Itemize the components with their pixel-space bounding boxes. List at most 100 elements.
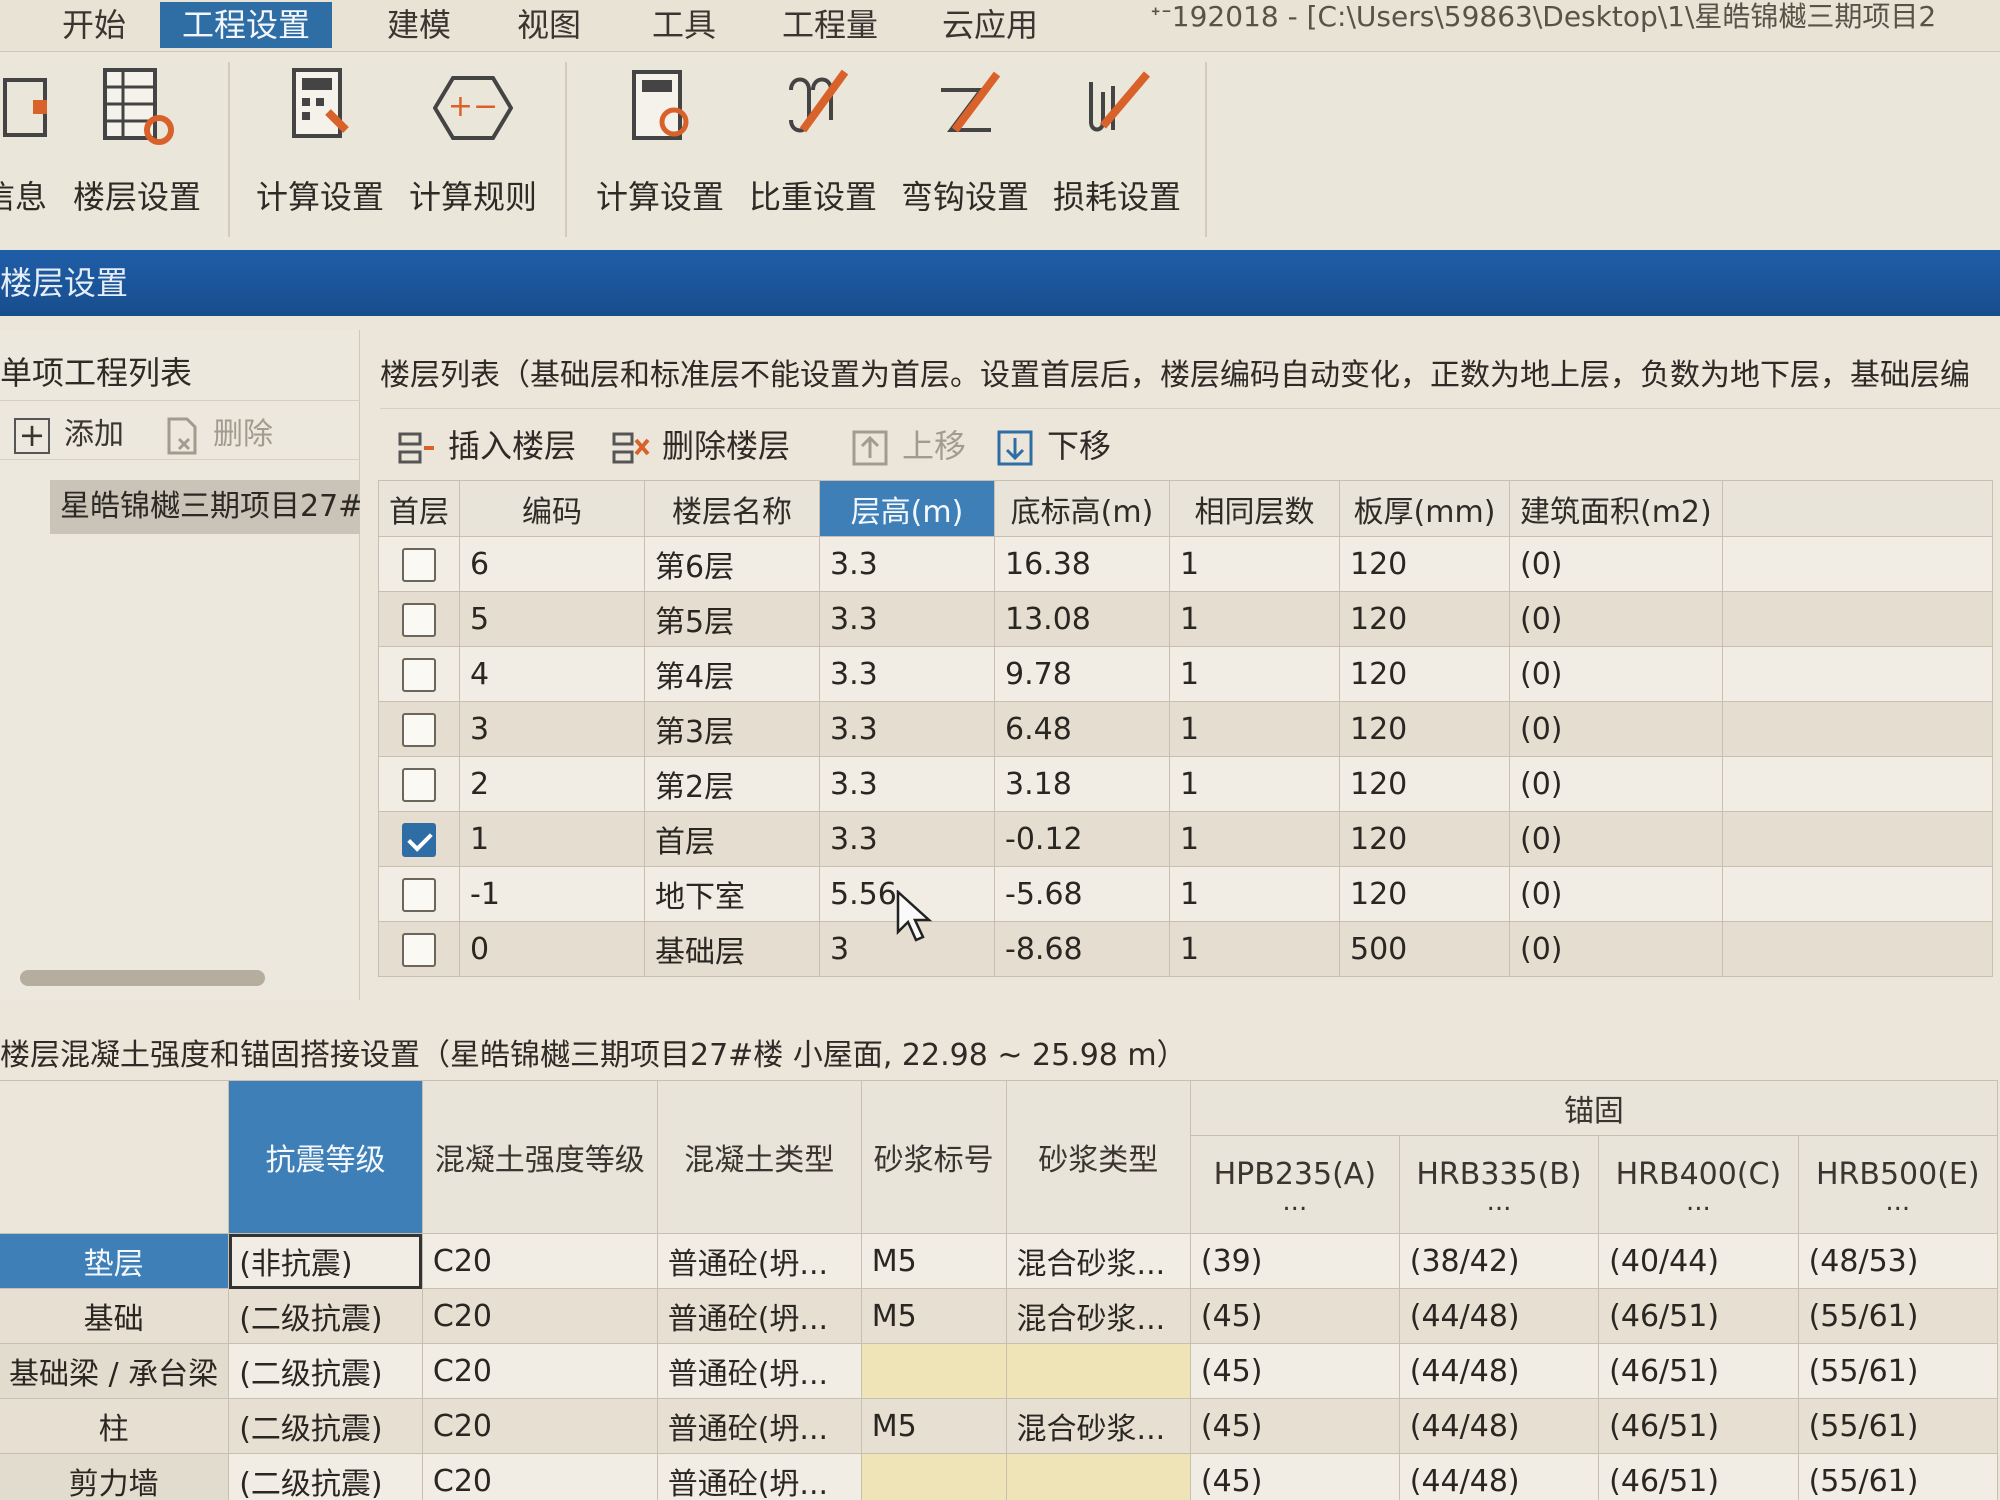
col-bottom-elevation[interactable]: 底标高(m)	[994, 480, 1170, 537]
col-floor-area[interactable]: 建筑面积(m2)	[1509, 480, 1723, 537]
cell-bottom-elevation[interactable]: 16.38	[994, 536, 1170, 592]
cell-floor-name[interactable]: 地下室	[644, 866, 820, 922]
cell-same-count[interactable]: 1	[1169, 811, 1340, 867]
cell-concrete-strength[interactable]: C20	[421, 1398, 658, 1454]
cell-hpb235[interactable]: (45)	[1189, 1343, 1400, 1399]
cell-floor-height[interactable]: 3.3	[819, 756, 995, 812]
cell-hrb500[interactable]: (55/61)	[1797, 1398, 1999, 1454]
col-mortar-grade[interactable]: 砂浆标号	[860, 1080, 1007, 1234]
cell-floor-area[interactable]: (0)	[1509, 921, 1723, 977]
table-row[interactable]: 柱 (二级抗震) C20 普通砼(坍... M5 混合砂浆... (45) (44/48) (4…	[0, 1398, 1999, 1454]
cell-bottom-elevation[interactable]: -5.68	[994, 866, 1170, 922]
cell-same-count[interactable]: 1	[1169, 536, 1340, 592]
first-floor-checkbox[interactable]	[402, 602, 436, 637]
cell-concrete-type[interactable]: 普通砼(坍...	[656, 1453, 862, 1500]
cell-mortar-grade[interactable]: M5	[860, 1233, 1007, 1289]
first-floor-checkbox[interactable]	[402, 547, 436, 582]
table-row[interactable]: 5 第5层 3.3 13.08 1 120 (0)	[378, 591, 1993, 647]
cell-bottom-elevation[interactable]: -0.12	[994, 811, 1170, 867]
cell-floor-name[interactable]: 第5层	[644, 591, 820, 647]
table-row[interactable]: 基础梁 / 承台梁 (二级抗震) C20 普通砼(坍... (45) (44/48) (46…	[0, 1343, 1999, 1399]
cell-mortar-grade[interactable]: M5	[860, 1288, 1007, 1344]
cell-seismic-grade[interactable]: (二级抗震)	[228, 1288, 423, 1344]
cell-floor-area[interactable]: (0)	[1509, 536, 1723, 592]
cell-floor-height[interactable]: 3.3	[819, 646, 995, 702]
cell-code[interactable]: 4	[459, 646, 645, 702]
cell-slab-thickness[interactable]: 500	[1339, 921, 1510, 977]
cell-code[interactable]: 6	[459, 536, 645, 592]
cell-hrb400[interactable]: (46/51)	[1598, 1453, 1799, 1500]
cell-concrete-type[interactable]: 普通砼(坍...	[656, 1343, 862, 1399]
cell-same-count[interactable]: 1	[1169, 646, 1340, 702]
cell-code[interactable]: 0	[459, 921, 645, 977]
table-row[interactable]: 2 第2层 3.3 3.18 1 120 (0)	[378, 756, 1993, 812]
cell-concrete-strength[interactable]: C20	[421, 1453, 658, 1500]
row-header-component[interactable]: 剪力墙	[0, 1453, 230, 1500]
cell-slab-thickness[interactable]: 120	[1339, 536, 1510, 592]
cell-mortar-type[interactable]: 混合砂浆...	[1005, 1288, 1191, 1344]
cell-hpb235[interactable]: (45)	[1189, 1398, 1400, 1454]
add-project-button[interactable]: + 添加	[14, 409, 124, 454]
table-row[interactable]: 剪力墙 (二级抗震) C20 普通砼(坍... (45) (44/48) (46/51) (5…	[0, 1453, 1999, 1500]
col-floor-name[interactable]: 楼层名称	[644, 480, 820, 537]
insert-floor-button[interactable]: 插入楼层	[396, 421, 576, 468]
cell-hpb235[interactable]: (45)	[1189, 1453, 1400, 1500]
table-row[interactable]: 3 第3层 3.3 6.48 1 120 (0)	[378, 701, 1993, 757]
cell-floor-height[interactable]: 3.3	[819, 701, 995, 757]
cell-code[interactable]: 1	[459, 811, 645, 867]
cell-hrb500[interactable]: (55/61)	[1797, 1288, 1999, 1344]
menu-view[interactable]: 视图	[495, 2, 603, 48]
cell-bottom-elevation[interactable]: 6.48	[994, 701, 1170, 757]
cell-floor-name[interactable]: 第2层	[644, 756, 820, 812]
cell-seismic-grade[interactable]: (二级抗震)	[228, 1398, 423, 1454]
cell-hrb400[interactable]: (46/51)	[1598, 1398, 1799, 1454]
cell-floor-height[interactable]: 3.3	[819, 591, 995, 647]
cell-mortar-grade[interactable]	[860, 1453, 1007, 1500]
col-concrete-type[interactable]: 混凝土类型	[656, 1080, 862, 1234]
cell-hrb400[interactable]: (46/51)	[1598, 1343, 1799, 1399]
cell-concrete-type[interactable]: 普通砼(坍...	[656, 1288, 862, 1344]
delete-floor-button[interactable]: 删除楼层	[610, 421, 790, 468]
cell-floor-area[interactable]: (0)	[1509, 646, 1723, 702]
cell-floor-area[interactable]: (0)	[1509, 591, 1723, 647]
cell-seismic-grade[interactable]: (非抗震)	[228, 1233, 423, 1289]
first-floor-checkbox[interactable]	[402, 712, 436, 747]
cell-same-count[interactable]: 1	[1169, 866, 1340, 922]
col-code[interactable]: 编码	[459, 480, 645, 537]
cell-bottom-elevation[interactable]: -8.68	[994, 921, 1170, 977]
move-down-button[interactable]: 下移	[995, 421, 1111, 468]
cell-bottom-elevation[interactable]: 9.78	[994, 646, 1170, 702]
col-hpb235[interactable]: HPB235(A)...	[1189, 1135, 1400, 1234]
table-row[interactable]: -1 地下室 5.56 -5.68 1 120 (0)	[378, 866, 1993, 922]
ribbon-calc-rules-button[interactable]: +− 计算规则	[398, 60, 548, 240]
first-floor-checkbox[interactable]	[402, 932, 436, 967]
cell-slab-thickness[interactable]: 120	[1339, 701, 1510, 757]
first-floor-checkbox[interactable]	[402, 657, 436, 692]
row-header-component[interactable]: 柱	[0, 1398, 230, 1454]
cell-code[interactable]: 5	[459, 591, 645, 647]
cell-hpb235[interactable]: (45)	[1189, 1288, 1400, 1344]
cell-floor-area[interactable]: (0)	[1509, 866, 1723, 922]
cell-hrb500[interactable]: (55/61)	[1797, 1343, 1999, 1399]
col-hrb400[interactable]: HRB400(C)...	[1598, 1135, 1799, 1234]
cell-floor-height[interactable]: 3.3	[819, 536, 995, 592]
cell-floor-name[interactable]: 第4层	[644, 646, 820, 702]
cell-hrb335[interactable]: (44/48)	[1398, 1288, 1600, 1344]
horizontal-scrollbar[interactable]	[20, 970, 265, 986]
col-same-floor-count[interactable]: 相同层数	[1169, 480, 1340, 537]
menu-cloud[interactable]: 云应用	[920, 2, 1060, 48]
cell-code[interactable]: 3	[459, 701, 645, 757]
cell-hrb335[interactable]: (44/48)	[1398, 1453, 1600, 1500]
ribbon-calc-settings-button[interactable]: 计算设置	[245, 60, 395, 240]
cell-floor-name[interactable]: 基础层	[644, 921, 820, 977]
cell-floor-name[interactable]: 第3层	[644, 701, 820, 757]
ribbon-loss-settings-button[interactable]: 损耗设置	[1042, 60, 1192, 240]
col-hrb500[interactable]: HRB500(E)...	[1797, 1135, 1999, 1234]
cell-hrb335[interactable]: (38/42)	[1398, 1233, 1600, 1289]
col-slab-thickness[interactable]: 板厚(mm)	[1339, 480, 1510, 537]
row-header-component[interactable]: 基础梁 / 承台梁	[0, 1343, 230, 1399]
cell-floor-area[interactable]: (0)	[1509, 811, 1723, 867]
cell-code[interactable]: 2	[459, 756, 645, 812]
menu-quantities[interactable]: 工程量	[760, 2, 900, 48]
row-header-component[interactable]: 垫层	[0, 1233, 230, 1289]
